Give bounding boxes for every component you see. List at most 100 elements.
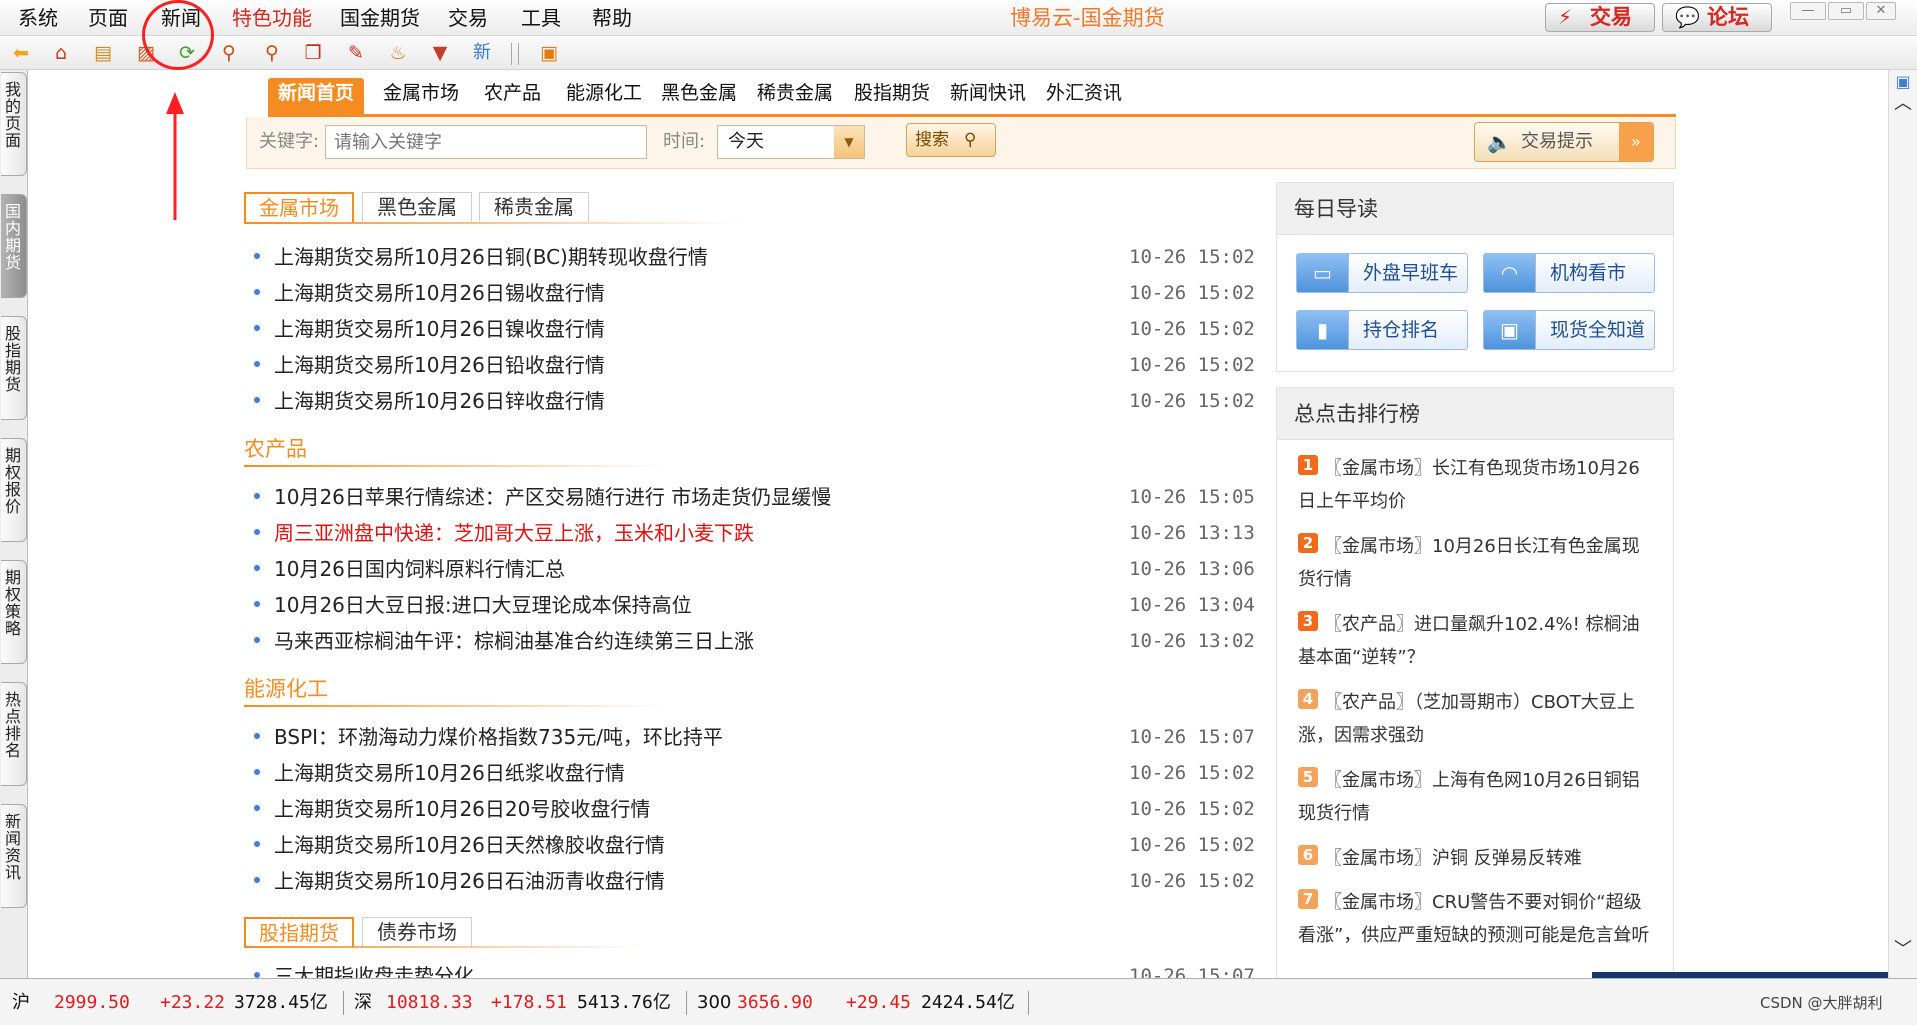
ranking-text[interactable]: 〖农产品〗进口量飙升102.4%! 棕榈油基本面“逆转”？ [1298,608,1654,674]
news-title[interactable]: 上海期货交易所10月26日纸浆收盘行情 [274,759,625,787]
nav-metal-market[interactable]: 金属市场 [383,78,459,114]
news-item[interactable]: 上海期货交易所10月26日镍收盘行情 10-26 15:02 [254,315,1255,345]
news-item[interactable]: 10月26日国内饲料原料行情汇总 10-26 13:06 [254,555,1255,585]
scroll-down-icon[interactable]: ﹀ [1893,940,1913,960]
news-title[interactable]: 上海期货交易所10月26日锌收盘行情 [274,387,605,415]
news-item[interactable]: 上海期货交易所10月26日纸浆收盘行情 10-26 15:02 [254,759,1255,789]
nav-news-home[interactable]: 新闻首页 [268,78,364,114]
windows-icon[interactable]: ❐ [301,41,325,65]
trade-tip-button[interactable]: 🔈 交易提示 » [1474,122,1654,162]
side-tab-option-strategy[interactable]: 期权策略 [1,560,27,664]
ranking-text[interactable]: 〖金属市场〗CRU警告不要对铜价“超级看涨”，供应严重短缺的预测可能是危言耸听 [1298,886,1654,952]
time-select[interactable]: 今天 ▼ [717,125,865,159]
vertical-scrollbar[interactable]: ▣ ︿ ﹀ [1888,70,1917,978]
news-title[interactable]: 10月26日国内饲料原料行情汇总 [274,555,565,583]
news-item[interactable]: BSPI：环渤海动力煤价格指数735元/吨，环比持平 10-26 15:07 [254,723,1255,753]
section-title-energy[interactable]: 能源化工 [244,676,328,702]
spot-knowledge-button[interactable]: ▣ 现货全知道 [1483,310,1655,350]
menu-help[interactable]: 帮助 [592,0,632,36]
news-title[interactable]: 上海期货交易所10月26日铜(BC)期转现收盘行情 [274,243,708,271]
ranking-text[interactable]: 〖金属市场〗沪铜 反弹易反转难 [1298,842,1654,875]
overseas-morning-button[interactable]: ▭ 外盘早班车 [1296,253,1468,293]
ranking-text[interactable]: 〖农产品〗（芝加哥期市）CBOT大豆上涨，因需求强劲 [1298,686,1654,752]
nav-index-futures[interactable]: 股指期货 [854,78,930,114]
pencil-icon[interactable]: ✎ [344,41,368,65]
news-item[interactable]: 上海期货交易所10月26日天然橡胶收盘行情 10-26 15:02 [254,831,1255,861]
side-tab-news[interactable]: 新闻资讯 [1,804,27,908]
menu-trade[interactable]: 交易 [448,0,488,36]
side-tab-hot-ranking[interactable]: 热点排名 [1,682,27,786]
news-item[interactable]: 上海期货交易所10月26日铜(BC)期转现收盘行情 10-26 15:02 [254,243,1255,273]
news-item[interactable]: 上海期货交易所10月26日铅收盘行情 10-26 15:02 [254,351,1255,381]
ranking-text[interactable]: 〖金属市场〗长江有色现货市场10月26日上午平均价 [1298,452,1654,518]
ranking-text[interactable]: 〖金属市场〗10月26日长江有色金属现货行情 [1298,530,1654,596]
nav-precious-metal[interactable]: 稀贵金属 [757,78,833,114]
tab-index-futures[interactable]: 股指期货 [244,917,354,947]
tab-metal-market[interactable]: 金属市场 [244,192,354,222]
notebook-icon[interactable]: ▤ [91,41,115,65]
news-title[interactable]: 上海期货交易所10月26日铅收盘行情 [274,351,605,379]
nav-news-flash[interactable]: 新闻快讯 [950,78,1026,114]
scroll-up-icon[interactable]: ︿ [1893,94,1913,114]
news-item[interactable]: 10月26日苹果行情综述：产区交易随行进行 市场走货仍显缓慢 10-26 15:… [254,483,1255,513]
flame-icon[interactable]: ♨ [386,41,410,65]
home-icon[interactable]: ⌂ [49,41,73,65]
dropdown-arrow-icon[interactable]: ▼ [834,126,864,158]
side-tab-label: 新闻资讯 [5,812,22,882]
float-window-icon[interactable]: ▣ [1893,72,1913,92]
close-button[interactable]: ✕ [1866,2,1896,20]
nav-ferrous-metal[interactable]: 黑色金属 [661,78,737,114]
filter-icon[interactable]: ▼ [428,41,452,65]
news-title[interactable]: BSPI：环渤海动力煤价格指数735元/吨，环比持平 [274,723,723,751]
institution-view-button[interactable]: ◠ 机构看市 [1483,253,1655,293]
news-item[interactable]: 上海期货交易所10月26日20号胶收盘行情 10-26 15:02 [254,795,1255,825]
news-item[interactable]: 上海期货交易所10月26日石油沥青收盘行情 10-26 15:02 [254,867,1255,897]
menu-tools[interactable]: 工具 [521,0,561,36]
menu-features[interactable]: 特色功能 [232,0,312,36]
menu-system[interactable]: 系统 [18,0,58,36]
news-item[interactable]: 周三亚洲盘中快递：芝加哥大豆上涨，玉米和小麦下跌 10-26 13:13 [254,519,1255,549]
position-ranking-button[interactable]: ▮ 持仓排名 [1296,310,1468,350]
ranking-text[interactable]: 〖金属市场〗上海有色网10月26日铜铝现货行情 [1298,764,1654,830]
news-title[interactable]: 马来西亚棕榈油午评：棕榈油基准合约连续第三日上涨 [274,627,754,655]
news-title[interactable]: 周三亚洲盘中快递：芝加哥大豆上涨，玉米和小麦下跌 [274,519,754,547]
news-item[interactable]: 上海期货交易所10月26日锌收盘行情 10-26 15:02 [254,387,1255,417]
news-title[interactable]: 三大期指收盘走势分化 [274,962,474,978]
tab-precious-metal[interactable]: 稀贵金属 [479,192,589,222]
new-icon[interactable]: 新 [470,41,494,65]
side-tab-my-page[interactable]: 我的页面 [1,72,27,176]
search-button[interactable]: 搜索 ⚲ [906,123,996,157]
news-title[interactable]: 上海期货交易所10月26日20号胶收盘行情 [274,795,650,823]
tab-bond-market[interactable]: 债券市场 [362,917,472,947]
tab-ferrous-metal[interactable]: 黑色金属 [362,192,472,222]
news-item[interactable]: 上海期货交易所10月26日锡收盘行情 10-26 15:02 [254,279,1255,309]
news-item[interactable]: 10月26日大豆日报:进口大豆理论成本保持高位 10-26 13:04 [254,591,1255,621]
news-title[interactable]: 上海期货交易所10月26日天然橡胶收盘行情 [274,831,665,859]
news-item[interactable]: 三大期指收盘走势分化 10-26 15:07 [254,962,1254,978]
forum-button[interactable]: 💬 论坛 [1662,3,1772,32]
section-title-agriculture[interactable]: 农产品 [244,436,307,462]
minimize-button[interactable]: — [1790,2,1826,20]
maximize-button[interactable]: ▭ [1828,2,1864,20]
news-title[interactable]: 上海期货交易所10月26日镍收盘行情 [274,315,605,343]
news-title[interactable]: 上海期货交易所10月26日锡收盘行情 [274,279,605,307]
keyword-input[interactable] [325,125,647,159]
nav-agriculture[interactable]: 农产品 [484,78,541,114]
menu-guojin-futures[interactable]: 国金期货 [340,0,420,36]
news-title[interactable]: 10月26日大豆日报:进口大豆理论成本保持高位 [274,591,692,619]
nav-forex-news[interactable]: 外汇资讯 [1046,78,1122,114]
menu-page[interactable]: 页面 [88,0,128,36]
panel-icon[interactable]: ▣ [537,41,561,65]
side-tab-domestic-futures[interactable]: 国内期货 [1,194,27,298]
trade-button[interactable]: ⚡ 交易 [1545,3,1655,32]
news-title[interactable]: 上海期货交易所10月26日石油沥青收盘行情 [274,867,665,895]
back-arrow-icon[interactable]: ⬅ [9,41,33,65]
side-tab-index-futures[interactable]: 股指期货 [1,316,27,420]
news-item[interactable]: 马来西亚棕榈油午评：棕榈油基准合约连续第三日上涨 10-26 13:02 [254,627,1255,657]
ranking-item[interactable]: 〖金属市场〗CRU警告不要对铜价“超级看涨”，供应严重短缺的预测可能是危言耸听 … [1298,886,1658,978]
zoom-icon[interactable]: ⚲ [260,41,284,65]
news-title[interactable]: 10月26日苹果行情综述：产区交易随行进行 市场走货仍显缓慢 [274,483,831,511]
search-icon[interactable]: ⚲ [217,41,241,65]
nav-energy-chemical[interactable]: 能源化工 [566,78,642,114]
side-tab-option-quotes[interactable]: 期权报价 [1,438,27,542]
